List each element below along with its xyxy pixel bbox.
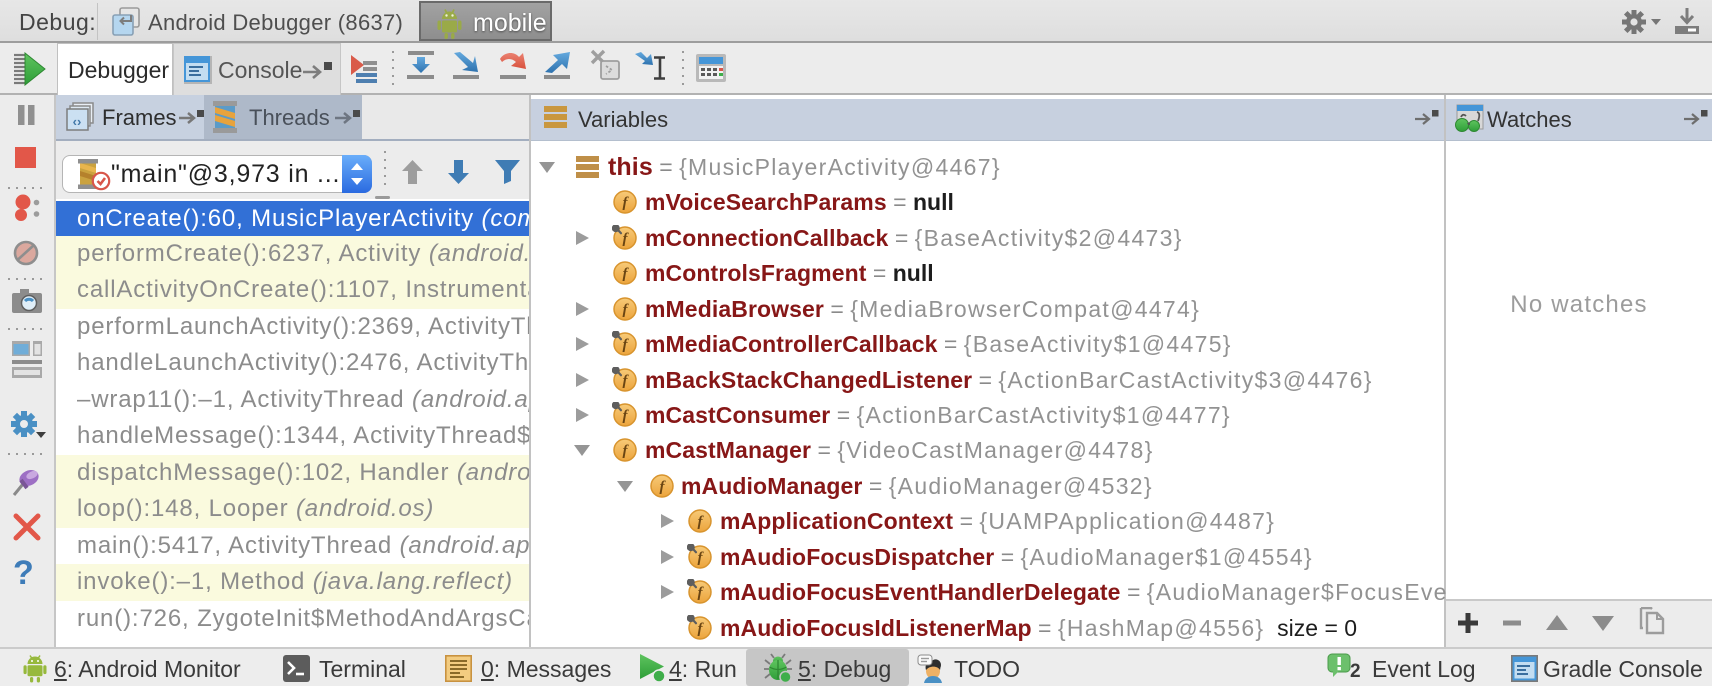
svg-text:‹›: ‹›: [73, 114, 82, 129]
